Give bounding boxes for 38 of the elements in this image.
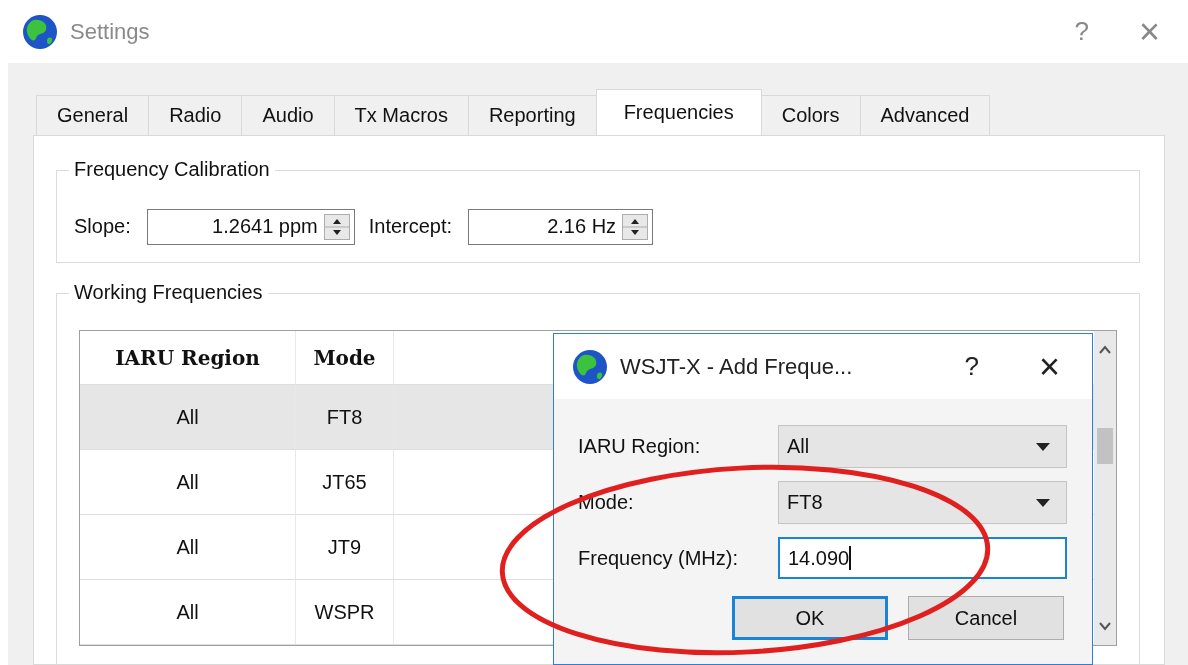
tab[interactable]: Frequencies <box>595 89 762 135</box>
table-cell: All <box>80 514 296 579</box>
table-cell: FT8 <box>296 384 394 449</box>
scrollbar[interactable] <box>1094 331 1116 645</box>
help-button[interactable]: ? <box>1068 16 1095 47</box>
text-cursor <box>849 546 852 570</box>
field-label: Frequency (MHz): <box>578 546 739 570</box>
input-field[interactable]: 14.090 <box>778 537 1067 579</box>
window-title: Settings <box>70 18 150 45</box>
table-cell: WSPR <box>296 579 394 644</box>
app-globe-icon <box>572 348 608 385</box>
table-cell: All <box>80 579 296 644</box>
tab[interactable]: Advanced <box>859 95 991 135</box>
caret-icon <box>1036 442 1050 451</box>
table-cell: All <box>80 384 296 449</box>
spin-arrows-icon[interactable] <box>622 213 649 240</box>
table-cell: JT9 <box>296 514 394 579</box>
spin-box[interactable]: 1.2641 ppm <box>146 208 355 245</box>
table-cell: All <box>80 449 296 514</box>
group-title: Working Frequencies <box>69 281 268 304</box>
caret-icon <box>1036 498 1050 507</box>
close-button[interactable]: × <box>1132 10 1166 53</box>
app-globe-icon <box>22 13 58 50</box>
dropdown[interactable]: FT8 <box>778 481 1067 524</box>
field-label: IARU Region: <box>578 435 701 458</box>
dropdown[interactable]: All <box>778 425 1067 468</box>
dialog-title: WSJT-X - Add Freque... <box>620 353 854 380</box>
close-button[interactable]: × <box>1032 345 1066 388</box>
tab[interactable]: General <box>36 95 150 135</box>
spin-box[interactable]: 2.16 Hz <box>468 208 654 245</box>
table-cell: JT65 <box>296 449 394 514</box>
field-label: Intercept: <box>368 215 453 238</box>
field-label: Slope: <box>74 215 131 238</box>
group-title: Frequency Calibration <box>69 158 275 181</box>
ok-button[interactable]: OK <box>732 596 888 640</box>
cancel-button[interactable]: Cancel <box>908 596 1064 640</box>
spin-arrows-icon[interactable] <box>323 213 350 240</box>
help-button[interactable]: ? <box>958 351 985 382</box>
